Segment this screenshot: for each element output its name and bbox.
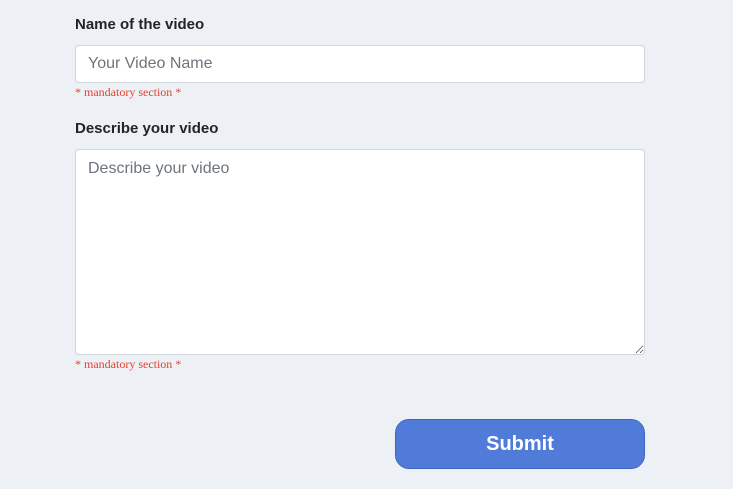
video-name-mandatory-hint: * mandatory section * (75, 85, 182, 99)
video-name-label: Name of the video (75, 16, 205, 33)
video-name-input[interactable] (75, 45, 645, 83)
video-description-mandatory-hint: * mandatory section * (75, 357, 182, 371)
submit-button[interactable]: Submit (395, 419, 645, 469)
video-description-textarea[interactable] (75, 149, 645, 355)
video-description-label: Describe your video (75, 120, 219, 137)
